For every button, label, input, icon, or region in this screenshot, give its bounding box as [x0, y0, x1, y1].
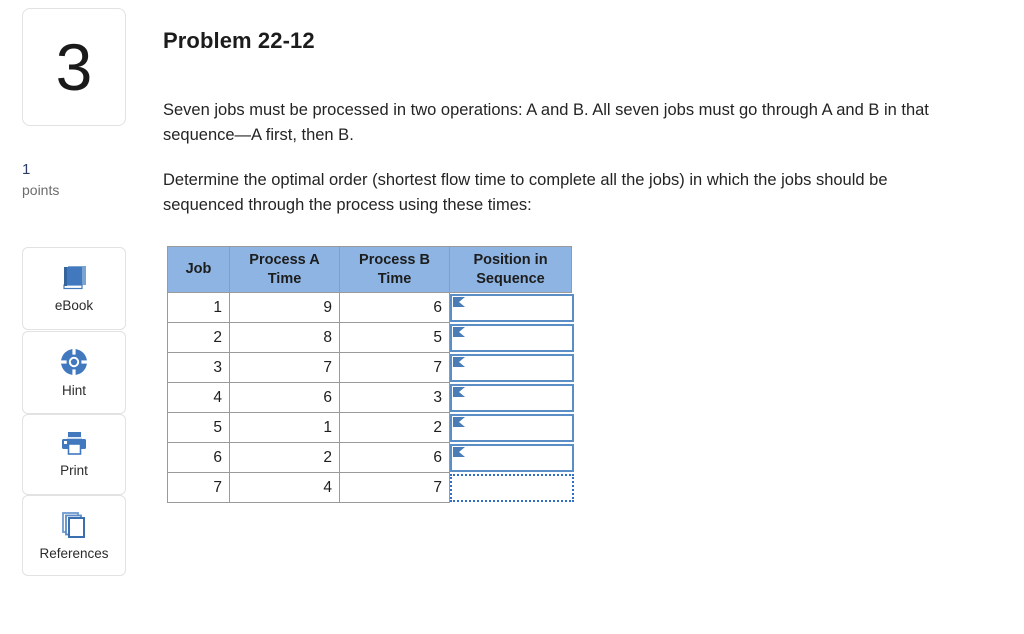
cell-job: 7 [167, 472, 230, 503]
hint-label: Hint [61, 382, 86, 398]
position-answer-box-5[interactable] [450, 413, 574, 442]
job-times-table: Job Process A Time Process B Time Positi… [167, 246, 574, 503]
header-job: Job [167, 246, 230, 293]
table-head: Job Process A Time Process B Time Positi… [167, 246, 572, 293]
cell-position [450, 383, 574, 413]
position-input-7[interactable] [466, 475, 568, 500]
book-icon [59, 264, 89, 292]
answer-flag-icon [453, 386, 465, 397]
table-row: 2 8 5 [167, 322, 574, 353]
cell-process-b: 7 [339, 472, 450, 503]
cell-process-a: 7 [229, 352, 340, 383]
problem-paragraph-1: Seven jobs must be processed in two oper… [163, 101, 929, 144]
answer-flag-icon [453, 356, 465, 367]
position-answer-box-1[interactable] [450, 294, 574, 322]
cell-process-b: 5 [339, 322, 450, 353]
cell-position [450, 413, 574, 443]
printer-icon [59, 430, 89, 457]
cell-position [450, 323, 574, 353]
position-input-4[interactable] [466, 385, 568, 410]
problem-page: 3 1 points eBook Hint Print References P… [0, 0, 1024, 634]
answer-flag-icon [453, 446, 465, 457]
header-process-a-time: Process A Time [229, 246, 340, 293]
job-times-table-wrapper: Job Process A Time Process B Time Positi… [167, 246, 574, 503]
cell-job: 2 [167, 322, 230, 353]
cell-process-a: 6 [229, 382, 340, 413]
table-body: 1 9 6 2 8 5 3 7 7 4 6 3 5 1 2 6 2 6 7 4 … [167, 292, 574, 503]
cell-process-a: 1 [229, 412, 340, 443]
references-button[interactable]: References [22, 495, 126, 576]
cell-job: 3 [167, 352, 230, 383]
table-row: 7 4 7 [167, 472, 574, 503]
cell-process-b: 6 [339, 292, 450, 323]
cell-job: 6 [167, 442, 230, 473]
question-number: 3 [55, 30, 93, 104]
cell-job: 1 [167, 292, 230, 323]
answer-flag-icon [453, 416, 465, 427]
table-header-row: Job Process A Time Process B Time Positi… [167, 246, 572, 293]
position-answer-box-4[interactable] [450, 383, 574, 412]
table-row: 6 2 6 [167, 442, 574, 473]
position-input-3[interactable] [466, 355, 568, 380]
life-preserver-icon [59, 347, 89, 377]
cell-position [450, 353, 574, 383]
cell-job: 5 [167, 412, 230, 443]
points-label: points [22, 182, 60, 198]
table-row: 1 9 6 [167, 292, 574, 323]
points-value: 1 [22, 161, 31, 178]
cell-process-b: 7 [339, 352, 450, 383]
left-rail: 3 1 points eBook Hint Print References [0, 0, 150, 634]
page-title: Problem 22-12 [163, 28, 315, 53]
position-answer-box-2[interactable] [450, 323, 574, 352]
points-block: 1 points [22, 160, 132, 200]
cell-process-b: 6 [339, 442, 450, 473]
table-row: 3 7 7 [167, 352, 574, 383]
answer-flag-icon [453, 297, 465, 307]
position-answer-box-7[interactable] [450, 473, 574, 502]
cell-process-a: 2 [229, 442, 340, 473]
cell-position [450, 293, 574, 323]
position-input-2[interactable] [466, 325, 568, 350]
position-answer-box-3[interactable] [450, 353, 574, 382]
position-input-6[interactable] [466, 445, 568, 470]
cell-process-b: 3 [339, 382, 450, 413]
print-button[interactable]: Print [22, 414, 126, 495]
header-position-in-sequence: Position in Sequence [449, 246, 572, 293]
references-label: References [39, 545, 109, 561]
cell-process-b: 2 [339, 412, 450, 443]
position-answer-box-6[interactable] [450, 443, 574, 472]
ebook-button[interactable]: eBook [22, 247, 126, 330]
question-number-box: 3 [22, 8, 126, 126]
table-row: 4 6 3 [167, 382, 574, 413]
cell-job: 4 [167, 382, 230, 413]
position-input-5[interactable] [466, 415, 568, 440]
stacked-pages-icon [59, 510, 89, 540]
cell-process-a: 4 [229, 472, 340, 503]
position-input-1[interactable] [466, 296, 568, 320]
problem-paragraph-2: Determine the optimal order (shortest fl… [163, 171, 888, 214]
cell-process-a: 8 [229, 322, 340, 353]
ebook-label: eBook [54, 297, 94, 313]
hint-button[interactable]: Hint [22, 331, 126, 414]
cell-position [450, 473, 574, 503]
header-process-b-time: Process B Time [339, 246, 450, 293]
answer-flag-icon [453, 326, 465, 337]
cell-position [450, 443, 574, 473]
print-label: Print [60, 463, 88, 478]
table-row: 5 1 2 [167, 412, 574, 443]
cell-process-a: 9 [229, 292, 340, 323]
